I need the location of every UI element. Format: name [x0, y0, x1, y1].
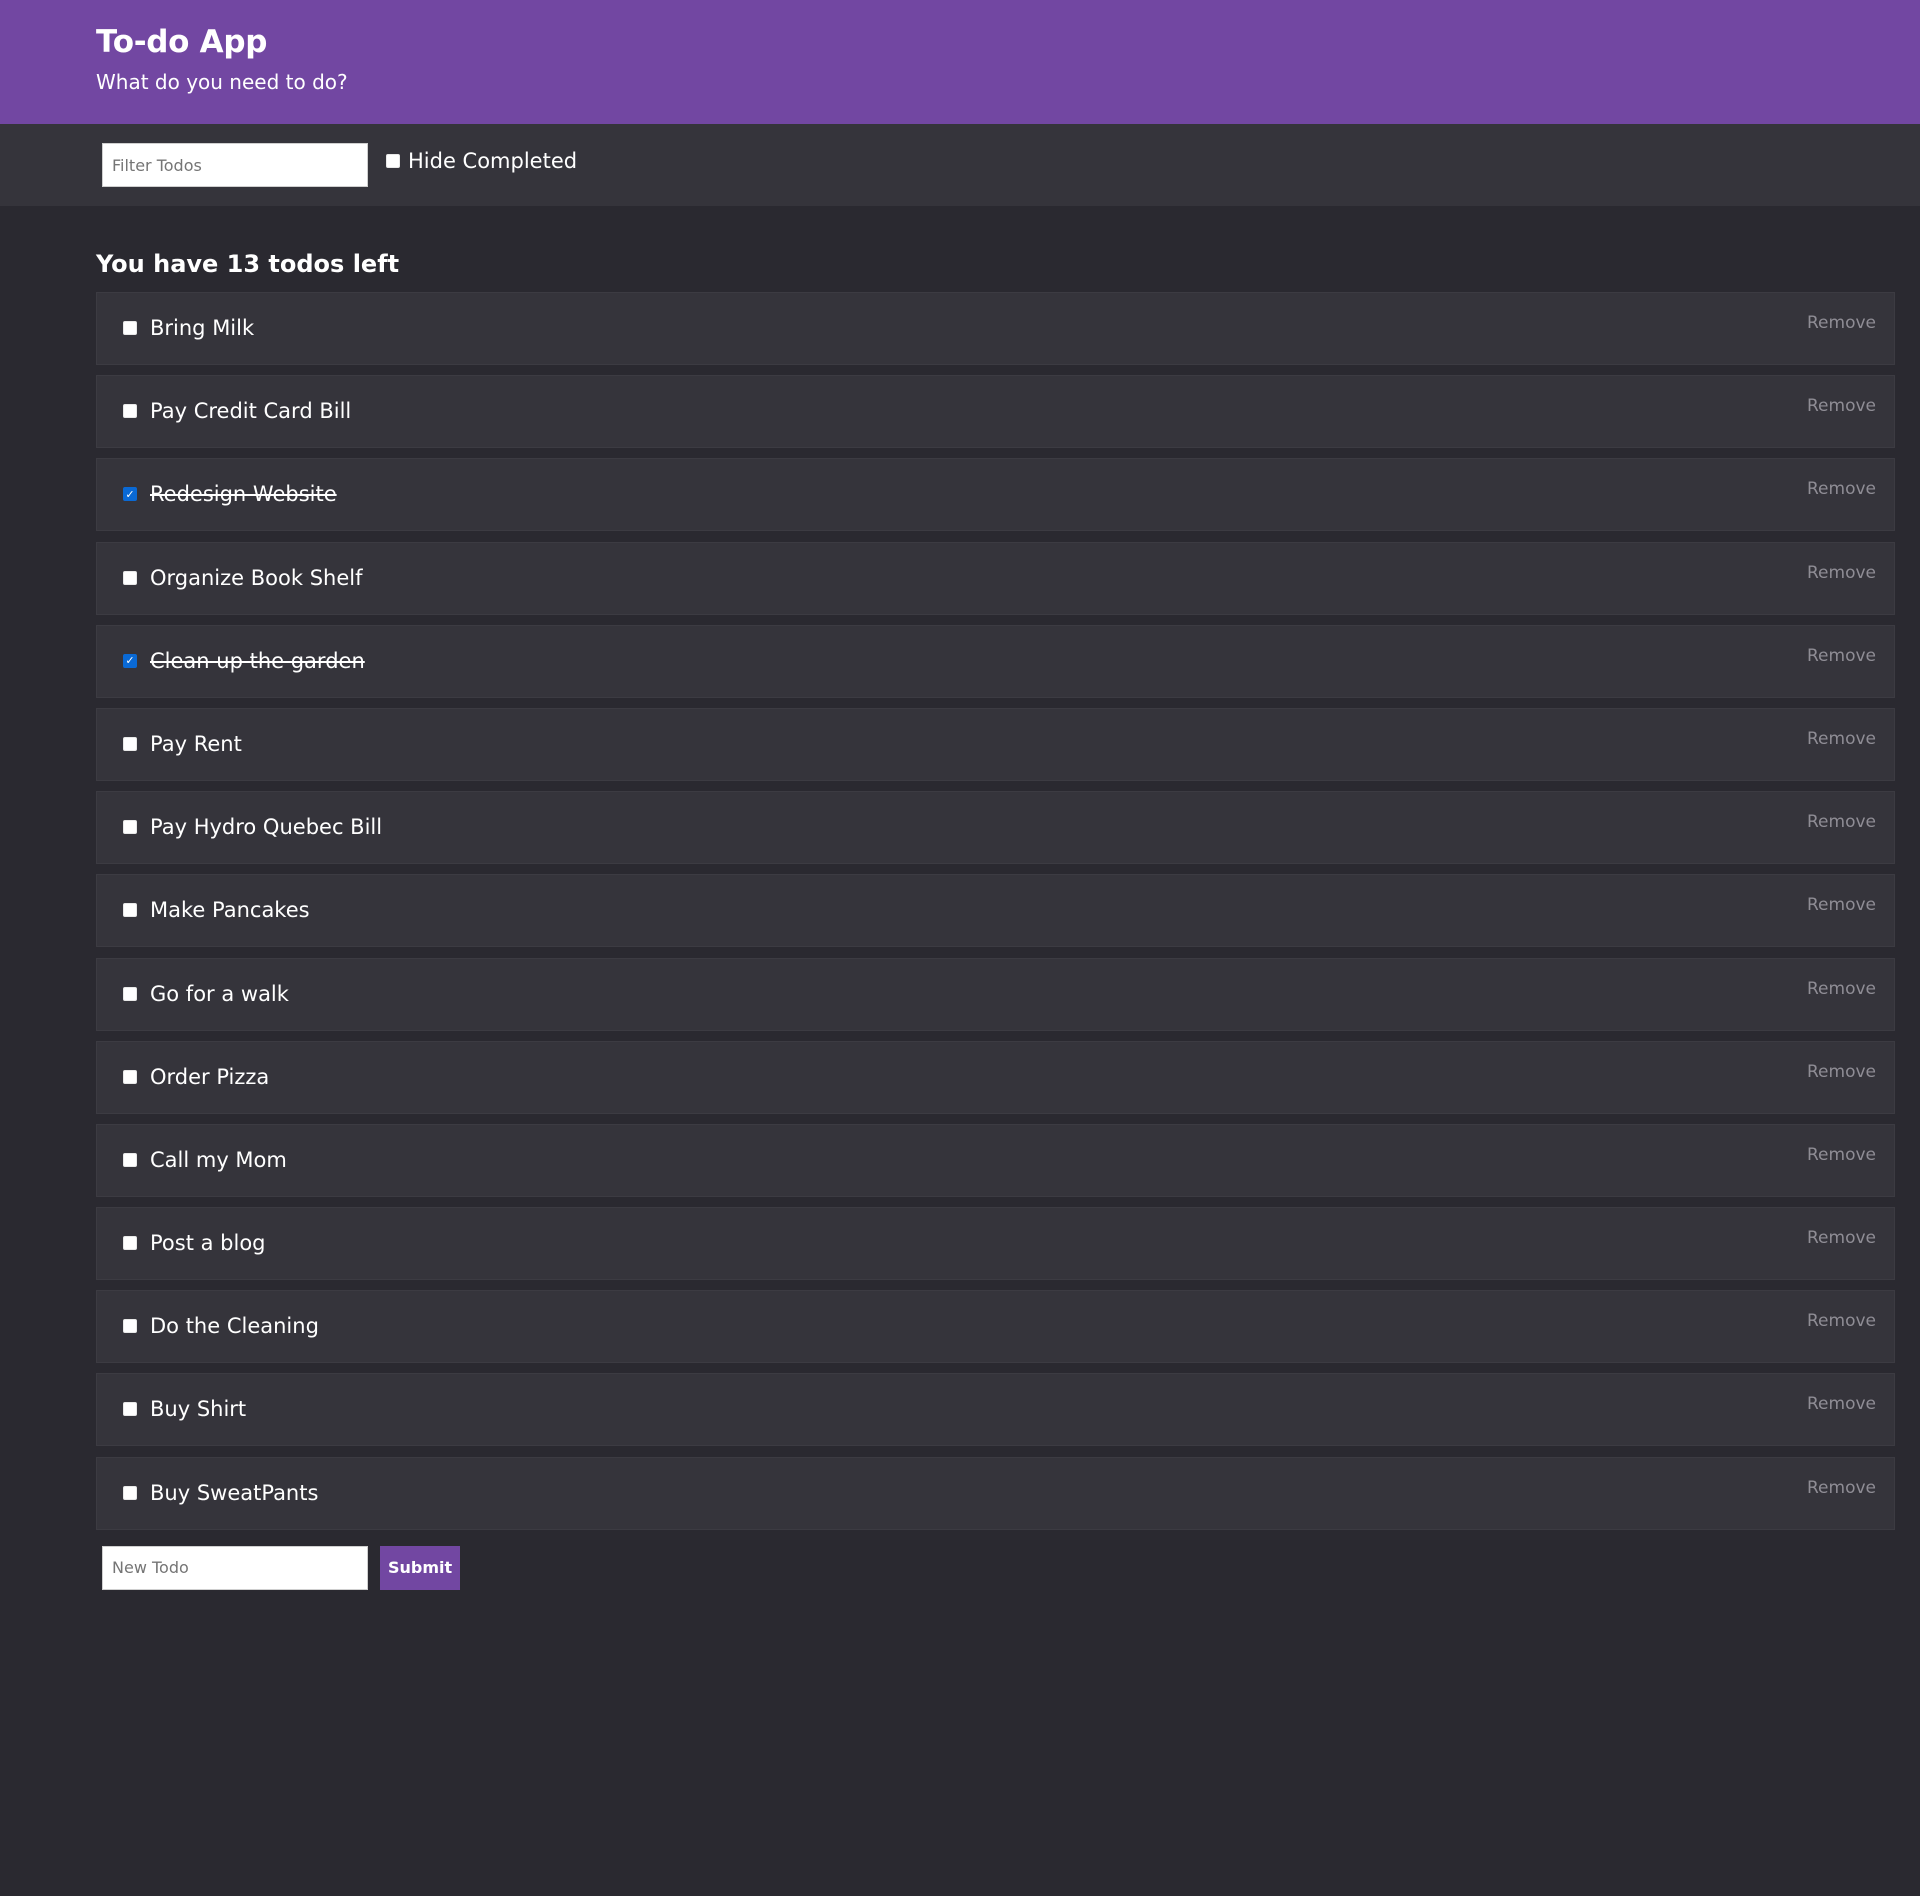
hide-completed-toggle[interactable]: Hide Completed [386, 143, 577, 179]
todo-checkbox[interactable] [123, 1069, 137, 1084]
todo-checkbox[interactable] [123, 736, 137, 751]
todo-text: Call my Mom [150, 1147, 287, 1172]
remove-button[interactable]: Remove [1807, 561, 1876, 585]
app-subtitle: What do you need to do? [96, 70, 348, 94]
todo-text: Bring Milk [150, 316, 255, 340]
todo-checkbox[interactable] [123, 1236, 137, 1251]
checkmark-icon: ✓ [125, 487, 135, 501]
todo-text: Redesign Website [150, 482, 337, 507]
todo-text: Buy Shirt [150, 1397, 247, 1422]
list-item: ✓ Clean up the garden Remove [96, 624, 1895, 698]
todo-checkbox[interactable]: ✓ [123, 487, 137, 502]
remove-button[interactable]: Remove [1807, 893, 1876, 917]
remove-button[interactable]: Remove [1807, 1309, 1876, 1333]
todo-checkbox[interactable] [123, 903, 137, 918]
todo-text: Pay Credit Card Bill [150, 399, 352, 424]
filter-bar: Hide Completed [0, 124, 1920, 206]
todo-text: Post a blog [150, 1231, 266, 1256]
filter-input[interactable] [102, 143, 368, 187]
hide-completed-label: Hide Completed [408, 149, 578, 173]
list-item: Buy SweatPants Remove [96, 1456, 1895, 1530]
new-todo-input[interactable] [102, 1545, 368, 1590]
todo-text: Order Pizza [150, 1064, 270, 1089]
remove-button[interactable]: Remove [1807, 394, 1876, 418]
remove-button[interactable]: Remove [1807, 477, 1876, 501]
list-item: Order Pizza Remove [96, 1040, 1895, 1114]
remove-button[interactable]: Remove [1807, 644, 1876, 668]
list-item: Call my Mom Remove [96, 1123, 1895, 1197]
remove-button[interactable]: Remove [1807, 1226, 1876, 1250]
remove-button[interactable]: Remove [1807, 311, 1876, 335]
todo-text: Organize Book Shelf [150, 565, 363, 590]
hide-completed-checkbox[interactable] [386, 154, 400, 168]
app-header: To-do App What do you need to do? [0, 0, 1920, 124]
list-item: Go for a walk Remove [96, 957, 1895, 1031]
remove-button[interactable]: Remove [1807, 1476, 1876, 1500]
todo-list: Bring Milk Remove Pay Credit Card Bill R… [96, 292, 1895, 1530]
remove-button[interactable]: Remove [1807, 977, 1876, 1001]
todos-left-count: You have 13 todos left [96, 250, 400, 278]
todo-checkbox[interactable] [123, 1319, 137, 1334]
list-item: Pay Rent Remove [96, 707, 1895, 781]
todo-text: Buy SweatPants [150, 1480, 319, 1505]
app-title: To-do App [96, 24, 268, 60]
todo-checkbox[interactable] [123, 321, 137, 335]
remove-button[interactable]: Remove [1807, 810, 1876, 834]
todo-checkbox[interactable] [123, 820, 137, 835]
todo-checkbox[interactable] [123, 1152, 137, 1167]
remove-button[interactable]: Remove [1807, 1060, 1876, 1084]
todo-checkbox[interactable]: ✓ [123, 653, 137, 668]
list-item: Do the Cleaning Remove [96, 1290, 1895, 1364]
todo-checkbox[interactable] [123, 1402, 137, 1417]
todo-text: Go for a walk [150, 981, 289, 1006]
add-todo-form: Submit [96, 1540, 1895, 1590]
todo-text: Make Pancakes [150, 898, 310, 923]
list-item: Post a blog Remove [96, 1207, 1895, 1281]
todo-text: Clean up the garden [150, 648, 365, 673]
list-item: Pay Hydro Quebec Bill Remove [96, 791, 1895, 865]
todo-checkbox[interactable] [123, 1485, 137, 1500]
list-item: Buy Shirt Remove [96, 1373, 1895, 1447]
todo-text: Do the Cleaning [150, 1314, 319, 1339]
checkmark-icon: ✓ [125, 654, 135, 668]
remove-button[interactable]: Remove [1807, 1392, 1876, 1416]
submit-button[interactable]: Submit [380, 1545, 461, 1590]
todo-checkbox[interactable] [123, 570, 137, 585]
list-item: Make Pancakes Remove [96, 874, 1895, 948]
remove-button[interactable]: Remove [1807, 1143, 1876, 1167]
list-item: ✓ Redesign Website Remove [96, 458, 1895, 532]
todo-checkbox[interactable] [123, 404, 137, 419]
list-item: Organize Book Shelf Remove [96, 541, 1895, 615]
todo-main: You have 13 todos left Bring Milk Remove… [0, 206, 1920, 1590]
todo-text: Pay Rent [150, 731, 242, 756]
todo-text: Pay Hydro Quebec Bill [150, 815, 383, 840]
todo-checkbox[interactable] [123, 986, 137, 1001]
remove-button[interactable]: Remove [1807, 727, 1876, 751]
list-item: Pay Credit Card Bill Remove [96, 375, 1895, 449]
list-item: Bring Milk Remove [96, 292, 1895, 365]
